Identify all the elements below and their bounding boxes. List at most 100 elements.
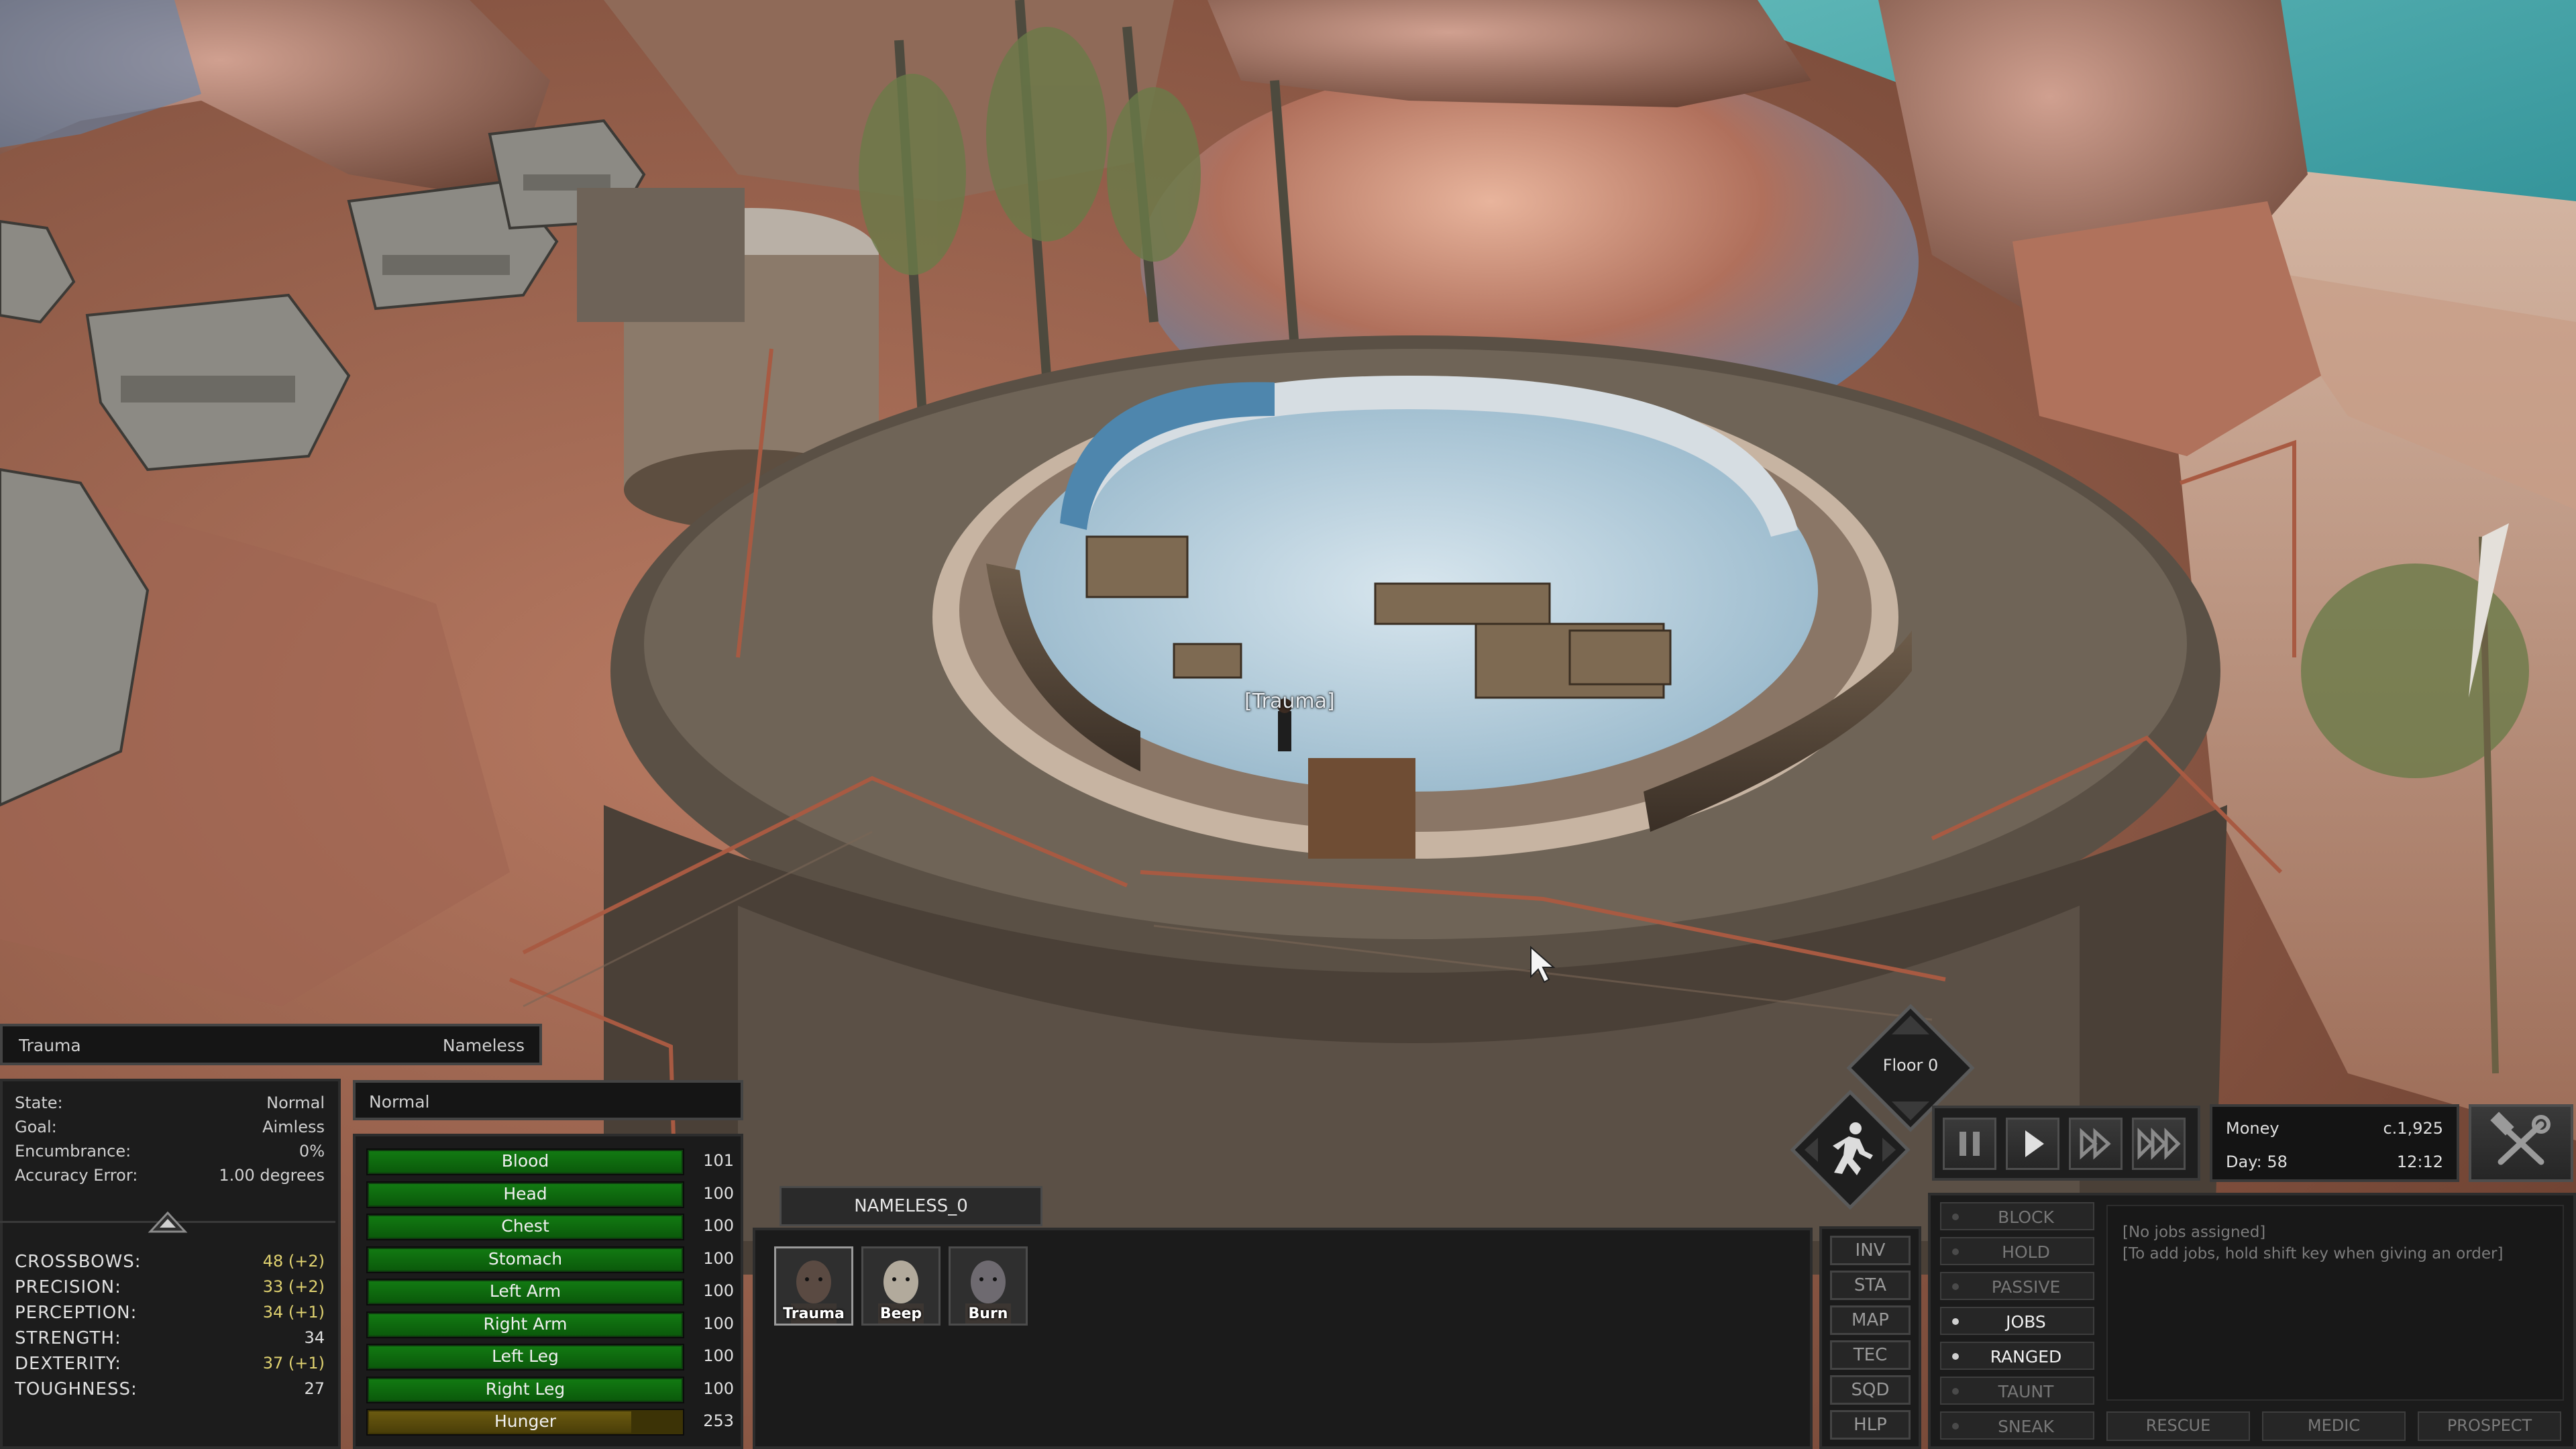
character-hover-label[interactable]: [Trauma] <box>1244 690 1335 713</box>
build-button[interactable] <box>2469 1104 2573 1182</box>
hunger-label: Hunger <box>494 1411 557 1431</box>
game-clock: 12:12 <box>2396 1152 2443 1171</box>
status-key: Accuracy Error: <box>15 1166 138 1185</box>
squad-member-portrait[interactable]: Beep <box>861 1246 941 1326</box>
movement-mode-selector[interactable] <box>1790 1089 1911 1210</box>
health-part-name: Blood <box>501 1151 549 1171</box>
order-ranged-toggle[interactable]: RANGED <box>1940 1342 2094 1370</box>
health-part-name: Left Leg <box>492 1346 559 1366</box>
jobs-empty-text: [No jobs assigned] <box>2123 1224 2266 1241</box>
squad-member-portrait[interactable]: Burn <box>949 1246 1028 1326</box>
character-name-bar: Trauma Nameless <box>0 1024 542 1065</box>
status-row: Encumbrance: 0% <box>15 1142 325 1165</box>
skill-row[interactable]: STRENGTH: 34 <box>15 1328 325 1352</box>
fastest-icon <box>2137 1127 2181 1161</box>
health-part-value: 100 <box>703 1346 734 1365</box>
health-part-row: Right Leg 100 <box>366 1374 738 1403</box>
fast-forward-icon <box>2080 1128 2111 1160</box>
skill-value: 33 (+2) <box>262 1277 325 1296</box>
health-part-row: Chest 100 <box>366 1211 738 1240</box>
health-part-value: 100 <box>703 1379 734 1398</box>
toggle-indicator-icon <box>1952 1248 1959 1255</box>
status-row: Goal: Aimless <box>15 1118 325 1140</box>
toggle-indicator-icon <box>1952 1283 1959 1290</box>
status-key: State: <box>15 1093 63 1112</box>
game-screen: [Trauma] Trauma Nameless Normal Blood 101… <box>0 0 2576 1449</box>
health-part-row: Left Leg 100 <box>366 1341 738 1371</box>
status-key: Encumbrance: <box>15 1142 131 1161</box>
order-hold-toggle[interactable]: HOLD <box>1940 1237 2094 1265</box>
health-part-value: 100 <box>703 1183 734 1203</box>
skill-name: TOUGHNESS: <box>15 1379 138 1399</box>
order-label: JOBS <box>2006 1312 2046 1332</box>
status-value: Aimless <box>262 1118 325 1136</box>
health-part-name: Stomach <box>488 1248 563 1269</box>
hunger-row: Hunger 253 <box>366 1406 738 1436</box>
health-part-value: 100 <box>703 1281 734 1300</box>
squad-member-portrait[interactable]: Trauma <box>774 1246 853 1326</box>
collapse-up-button[interactable] <box>146 1208 189 1234</box>
skill-value: 48 (+2) <box>262 1252 325 1271</box>
health-status-bar: Normal <box>353 1080 743 1120</box>
skill-row[interactable]: PERCEPTION: 34 (+1) <box>15 1303 325 1327</box>
hunger-value: 253 <box>703 1411 734 1430</box>
skill-row[interactable]: DEXTERITY: 37 (+1) <box>15 1354 325 1378</box>
order-jobs-toggle[interactable]: JOBS <box>1940 1307 2094 1335</box>
fast-forward-button[interactable] <box>2069 1118 2123 1170</box>
pause-icon <box>1960 1132 1980 1156</box>
order-sneak-toggle[interactable]: SNEAK <box>1940 1411 2094 1440</box>
squad-member-name: Beep <box>879 1305 922 1322</box>
menu-sta-button[interactable]: STA <box>1830 1271 1911 1300</box>
health-part-value: 100 <box>703 1216 734 1235</box>
health-part-name: Head <box>503 1183 547 1203</box>
play-icon <box>2025 1130 2044 1157</box>
skill-value: 34 (+1) <box>262 1303 325 1322</box>
health-part-row: Right Arm 100 <box>366 1309 738 1338</box>
skill-name: PERCEPTION: <box>15 1303 138 1323</box>
hammer-wrench-icon <box>2490 1112 2551 1165</box>
order-label: PASSIVE <box>1991 1277 2061 1297</box>
menu-inv-button[interactable]: INV <box>1830 1236 1911 1265</box>
order-passive-toggle[interactable]: PASSIVE <box>1940 1272 2094 1300</box>
skill-value: 27 <box>304 1379 325 1398</box>
health-part-name: Left Arm <box>489 1281 561 1301</box>
menu-tec-button[interactable]: TEC <box>1830 1340 1911 1370</box>
pause-button[interactable] <box>1943 1118 1996 1170</box>
character-faction: Nameless <box>442 1036 525 1055</box>
day-counter: Day: 58 <box>2226 1152 2288 1171</box>
play-button[interactable] <box>2006 1118 2059 1170</box>
order-block-toggle[interactable]: BLOCK <box>1940 1202 2094 1230</box>
skill-row[interactable]: PRECISION: 33 (+2) <box>15 1277 325 1301</box>
skill-row[interactable]: TOUGHNESS: 27 <box>15 1379 325 1403</box>
action-rescue-button[interactable]: RESCUE <box>2106 1411 2250 1441</box>
health-part-name: Right Arm <box>483 1313 568 1334</box>
jobs-list[interactable]: [No jobs assigned] [To add jobs, hold sh… <box>2106 1205 2564 1401</box>
money-value: c.1,925 <box>2383 1119 2443 1138</box>
health-part-value: 100 <box>703 1313 734 1333</box>
health-part-row: Blood 101 <box>366 1146 738 1175</box>
menu-map-button[interactable]: MAP <box>1830 1305 1911 1335</box>
action-medic-button[interactable]: MEDIC <box>2262 1411 2406 1441</box>
status-value: Normal <box>266 1093 325 1112</box>
fastest-button[interactable] <box>2132 1118 2186 1170</box>
health-part-name: Right Leg <box>485 1379 566 1399</box>
toggle-indicator-icon <box>1952 1318 1959 1325</box>
character-name: Trauma <box>19 1036 81 1055</box>
order-label: RANGED <box>1990 1347 2062 1366</box>
skill-value: 34 <box>304 1328 325 1347</box>
squad-name-tab[interactable]: NAMELESS_0 <box>780 1186 1042 1226</box>
order-label: TAUNT <box>1998 1382 2054 1401</box>
skill-row[interactable]: CROSSBOWS: 48 (+2) <box>15 1252 325 1276</box>
health-part-row: Stomach 100 <box>366 1244 738 1273</box>
status-row: State: Normal <box>15 1093 325 1116</box>
money-time-panel: Money c.1,925 Day: 58 12:12 <box>2210 1104 2459 1182</box>
order-label: SNEAK <box>1998 1417 2054 1436</box>
health-part-row: Left Arm 100 <box>366 1276 738 1305</box>
order-label: HOLD <box>2002 1242 2050 1262</box>
menu-hlp-button[interactable]: HLP <box>1830 1410 1911 1440</box>
order-label: BLOCK <box>1998 1208 2054 1227</box>
health-part-name: Chest <box>501 1216 549 1236</box>
order-taunt-toggle[interactable]: TAUNT <box>1940 1377 2094 1405</box>
action-prospect-button[interactable]: PROSPECT <box>2418 1411 2561 1441</box>
menu-sqd-button[interactable]: SQD <box>1830 1375 1911 1405</box>
